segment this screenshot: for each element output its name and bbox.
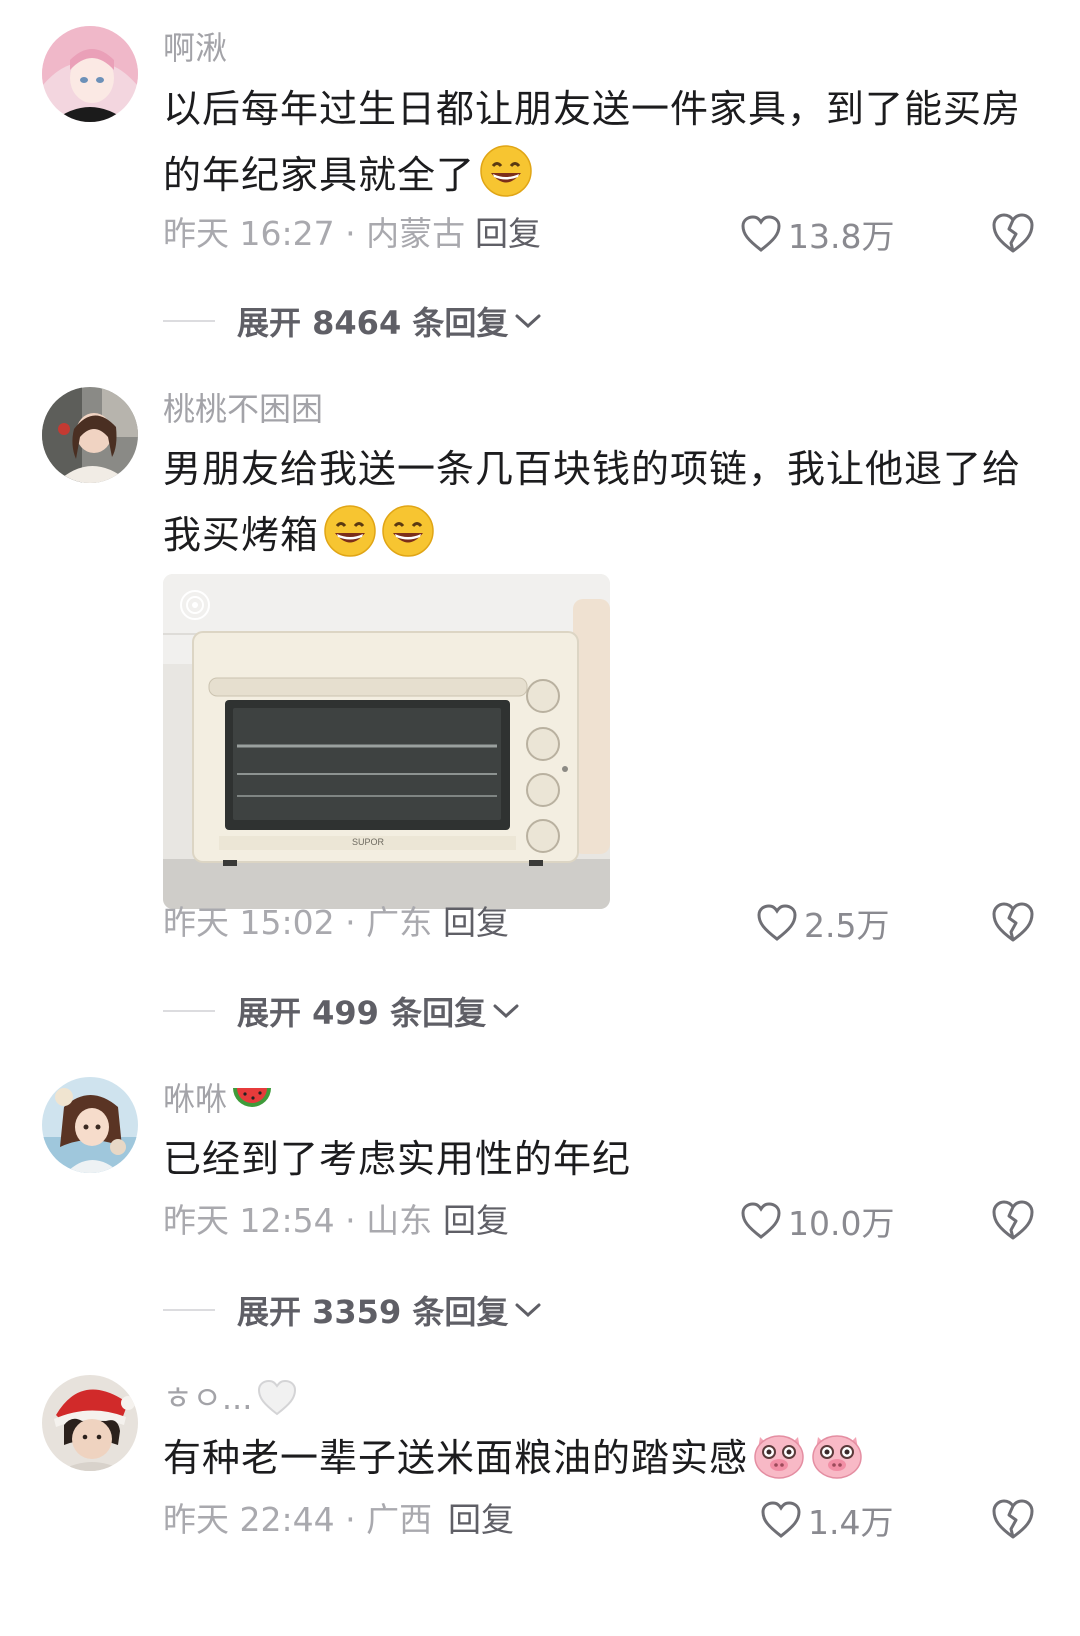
meta-separator: · bbox=[334, 1500, 367, 1539]
reply-button[interactable]: 回复 bbox=[475, 214, 541, 254]
chevron-down-icon bbox=[515, 314, 541, 329]
like-button[interactable]: 2.5万 bbox=[756, 900, 889, 946]
expand-label: 展开 8464 条回复 bbox=[237, 304, 509, 342]
comment-location: 广西 bbox=[366, 1500, 433, 1539]
heart-icon bbox=[741, 1202, 781, 1239]
heart-icon bbox=[741, 215, 781, 252]
comment-time: 昨天 16:27 bbox=[163, 214, 335, 253]
grin-emoji-icon bbox=[382, 505, 434, 557]
reply-button[interactable]: 回复 bbox=[443, 903, 509, 943]
reply-button[interactable]: 回复 bbox=[443, 1201, 509, 1241]
comment-time: 昨天 22:44 bbox=[163, 1500, 335, 1539]
expand-replies-button[interactable]: 展开 8464 条回复 bbox=[163, 298, 542, 344]
like-count: 1.4万 bbox=[808, 1503, 894, 1542]
expand-label: 展开 3359 条回复 bbox=[237, 1293, 509, 1331]
grin-emoji-icon bbox=[324, 505, 376, 557]
like-button[interactable]: 13.8万 bbox=[740, 211, 894, 257]
broken-heart-icon[interactable] bbox=[990, 1198, 1036, 1244]
comment-location: 内蒙古 bbox=[366, 214, 466, 253]
comment-text: 男朋友给我送一条几百块钱的项链，我让他退了给我买烤箱 bbox=[163, 447, 1022, 557]
expand-label: 展开 499 条回复 bbox=[237, 994, 487, 1032]
username-text: ㅎㅇ... bbox=[163, 1379, 253, 1417]
expand-divider bbox=[163, 1309, 215, 1311]
meta-separator: · bbox=[334, 1201, 367, 1240]
comment-time: 昨天 15:02 bbox=[163, 903, 335, 942]
comment-meta: 昨天 15:02 · 广东 bbox=[163, 903, 432, 943]
expand-replies-button[interactable]: 展开 3359 条回复 bbox=[163, 1287, 542, 1333]
expand-divider bbox=[163, 320, 215, 322]
comment-location: 山东 bbox=[366, 1201, 433, 1240]
comment-location: 广东 bbox=[366, 903, 433, 942]
comment-text: 有种老一辈子送米面粮油的踏实感 bbox=[163, 1425, 1043, 1491]
oven-brand-label: SUPOR bbox=[352, 837, 385, 847]
chevron-down-icon bbox=[515, 1303, 541, 1318]
avatar[interactable] bbox=[42, 387, 138, 483]
broken-heart-icon[interactable] bbox=[990, 211, 1036, 257]
username[interactable]: ㅎㅇ... bbox=[163, 1378, 298, 1418]
heart-icon bbox=[761, 1501, 801, 1538]
chevron-down-icon bbox=[493, 1004, 519, 1019]
broken-heart-icon[interactable] bbox=[990, 900, 1036, 946]
pig-emoji-icon bbox=[812, 1435, 862, 1479]
username[interactable]: 啊湫 bbox=[163, 28, 227, 68]
avatar[interactable] bbox=[42, 1375, 138, 1471]
like-button[interactable]: 1.4万 bbox=[760, 1497, 893, 1543]
comment-time: 昨天 12:54 bbox=[163, 1201, 335, 1240]
comment-text: 已经到了考虑实用性的年纪 bbox=[163, 1137, 632, 1181]
expand-divider bbox=[163, 1010, 215, 1012]
watermelon-icon bbox=[233, 1088, 272, 1107]
like-button[interactable]: 10.0万 bbox=[740, 1198, 894, 1244]
expand-replies-button[interactable]: 展开 499 条回复 bbox=[163, 988, 520, 1034]
username[interactable]: 桃桃不困困 bbox=[163, 389, 323, 429]
white-heart-icon bbox=[258, 1379, 297, 1416]
comment-meta: 昨天 12:54 · 山东 bbox=[163, 1201, 432, 1241]
meta-separator: · bbox=[334, 214, 367, 253]
avatar[interactable] bbox=[42, 26, 138, 122]
avatar[interactable] bbox=[42, 1077, 138, 1173]
username-text: 咻咻 bbox=[163, 1080, 228, 1118]
broken-heart-icon[interactable] bbox=[990, 1497, 1036, 1543]
like-count: 2.5万 bbox=[804, 906, 890, 945]
username[interactable]: 咻咻 bbox=[163, 1079, 273, 1119]
heart-icon bbox=[757, 904, 797, 941]
reply-button[interactable]: 回复 bbox=[448, 1500, 514, 1540]
comment-meta: 昨天 16:27 · 内蒙古 bbox=[163, 214, 465, 254]
comment-meta: 昨天 22:44 · 广西 bbox=[163, 1500, 432, 1540]
meta-separator: · bbox=[334, 903, 367, 942]
like-count: 10.0万 bbox=[788, 1204, 895, 1243]
comment-image[interactable]: SUPOR bbox=[163, 574, 610, 909]
grin-emoji-icon bbox=[480, 145, 532, 197]
comment-text: 以后每年过生日都让朋友送一件家具，到了能买房的年纪家具就全了 bbox=[163, 87, 1022, 197]
pig-emoji-icon bbox=[754, 1435, 804, 1479]
like-count: 13.8万 bbox=[788, 217, 895, 256]
